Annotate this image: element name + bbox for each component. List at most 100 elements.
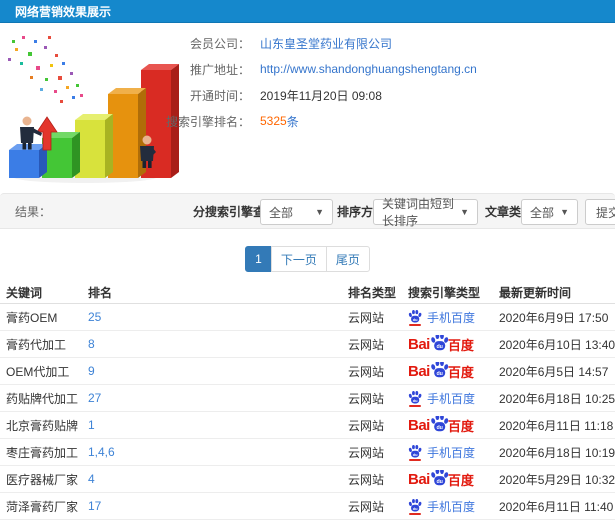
engine-type-cell: Bai du 百度 [402,415,493,435]
header-rank-type: 排名类型 [348,285,397,300]
rank-link[interactable]: 27 [82,391,342,405]
header-keyword: 关键词 [6,285,43,300]
rank-link[interactable]: 25 [82,310,342,324]
baidu-logo: Bai du 百度 [408,334,474,354]
page-1-button[interactable]: 1 [245,246,272,272]
promo-url-row: 推广地址： http://www.shandonghuangshengtang.… [158,61,477,77]
rank-link[interactable]: 8 [82,337,342,351]
engine-type-cell: Bai du 百度 [402,361,493,381]
rank-link[interactable]: 1,4,6 [82,445,342,459]
caret-down-icon: ▼ [315,207,324,217]
keyword-cell: OEM代加工 [6,364,70,379]
submit-button[interactable]: 提交 [585,199,615,225]
promo-url-label: 推广地址： [189,62,250,77]
engine-rank-count: 5325 [260,114,287,128]
keyword-cell: 膏药代加工 [6,337,67,352]
engine-type-cell: du 手机百度 [402,498,493,515]
mobile-baidu-paw-icon: du [408,498,422,515]
engine-name-label: 百度 [447,472,474,488]
rank-type-cell: 云网站 [348,445,385,460]
rank-type-cell: 云网站 [348,418,385,433]
table-row: 药贴牌代加工 27 云网站 du 手机百度 2020年6月18日 10:25 [0,385,615,412]
update-time-cell: 2020年6月10日 13:40 [499,337,615,352]
svg-text:du: du [436,370,443,376]
table-row: 菏泽膏药厂家 17 云网站 du 手机百度 2020年6月11日 11:40 [0,493,615,520]
company-label: 会员公司： [189,36,250,51]
engine-filter-value: 全部 [269,205,294,220]
header-rank: 排名 [88,285,113,300]
engine-name-label: 百度 [447,418,474,434]
engine-type-cell: Bai du 百度 [402,469,493,489]
article-type-select[interactable]: 全部 ▼ [521,199,578,225]
mobile-baidu-paw-icon: du [408,444,422,461]
rank-type-cell: 云网站 [348,310,385,325]
baidu-logo: Bai du 百度 [408,415,474,435]
update-time-cell: 2020年6月5日 14:57 [499,364,609,379]
filter-bar: 结果： 分搜索引擎查看 全部 ▼ 排序方式 关键词由短到长排序 ▼ 文章类型 全… [0,193,615,229]
mobile-baidu-logo: du 手机百度 [408,390,475,407]
mobile-baidu-logo: du 手机百度 [408,498,475,515]
update-time-cell: 2020年5月29日 10:32 [499,472,615,487]
table-row: 膏药OEM 25 云网站 du 手机百度 2020年6月9日 17:50 [0,304,615,331]
keyword-cell: 菏泽膏药厂家 [6,499,79,514]
baidu-logo: Bai du 百度 [408,469,474,489]
svg-text:du: du [436,478,443,484]
open-time-label: 开通时间： [189,88,250,103]
baidu-paw-icon: du [408,498,422,511]
engine-type-cell: du 手机百度 [402,444,493,461]
rank-type-cell: 云网站 [348,391,385,406]
svg-text:du: du [413,505,418,510]
baidu-wordmark: Bai [408,470,430,488]
table-body: 膏药OEM 25 云网站 du 手机百度 2020年6月9日 17:50 膏药代加工 8 云… [0,304,615,520]
mobile-baidu-paw-icon: du [408,390,422,407]
engine-name-label: 手机百度 [427,445,476,460]
svg-text:du: du [436,424,443,430]
update-time-cell: 2020年6月18日 10:25 [499,391,615,406]
mobile-baidu-logo: du 手机百度 [408,444,475,461]
open-time-row: 开通时间： 2019年11月20日 09:08 [158,87,477,103]
promo-url-link[interactable]: http://www.shandonghuangshengtang.cn [260,62,477,76]
baidu-logo: Bai du 百度 [408,361,474,381]
update-time-cell: 2020年6月11日 11:18 [499,418,614,433]
rank-link[interactable]: 1 [82,418,342,432]
red-underline [409,458,421,461]
company-link[interactable]: 山东皇圣堂药业有限公司 [260,35,392,52]
engine-rank-row: 搜索引擎排名： 5325 条 [158,113,477,129]
engine-type-cell: du 手机百度 [402,390,493,407]
rank-link[interactable]: 4 [82,472,342,486]
header-engine-type: 搜索引擎类型 [408,285,481,300]
table-row: 膏药代加工 8 云网站 Bai du 百度 2020年6月10日 13:40 [0,331,615,358]
svg-text:du: du [413,451,418,456]
baidu-paw-icon: du [431,334,449,350]
engine-name-label: 手机百度 [427,391,476,406]
engine-name-label: 手机百度 [427,310,476,325]
engine-filter-select[interactable]: 全部 ▼ [260,199,333,225]
marketing-report-page: 网络营销效果展示 会员公司： 山东皇圣堂药业有限公司 推广地址： http://… [0,0,615,520]
rank-link[interactable]: 9 [82,364,342,378]
baidu-paw-icon: du [431,361,449,377]
rank-type-cell: 云网站 [348,472,385,487]
update-time-cell: 2020年6月11日 11:40 [499,499,614,514]
last-page-button[interactable]: 尾页 [325,246,370,272]
sort-select[interactable]: 关键词由短到长排序 ▼ [373,197,478,228]
caret-down-icon: ▼ [560,207,569,217]
engine-type-cell: du 手机百度 [402,309,493,326]
baidu-paw-icon: du [408,444,422,457]
baidu-wordmark: Bai [408,416,430,434]
baidu-paw-icon: du [408,390,422,403]
table-row: OEM代加工 9 云网站 Bai du 百度 2020年6月5日 14:57 [0,358,615,385]
keyword-cell: 膏药OEM [6,310,58,325]
results-table: 关键词 排名 排名类型 搜索引擎类型 最新更新时间 膏药OEM 25 云网站 du … [0,281,615,520]
engine-type-cell: Bai du 百度 [402,334,493,354]
engine-name-label: 百度 [447,337,474,353]
caret-down-icon: ▼ [460,207,469,217]
rank-link[interactable]: 17 [82,499,342,513]
table-row: 枣庄膏药加工 1,4,6 云网站 du 手机百度 2020年6月18日 10:19 [0,439,615,466]
table-row: 北京膏药贴牌 1 云网站 Bai du 百度 2020年6月11日 11:18 [0,412,615,439]
engine-name-label: 百度 [447,364,474,380]
next-page-button[interactable]: 下一页 [270,246,327,272]
red-underline [409,512,421,515]
svg-text:du: du [436,343,443,349]
keyword-cell: 枣庄膏药加工 [6,445,79,460]
article-type-value: 全部 [530,205,555,220]
